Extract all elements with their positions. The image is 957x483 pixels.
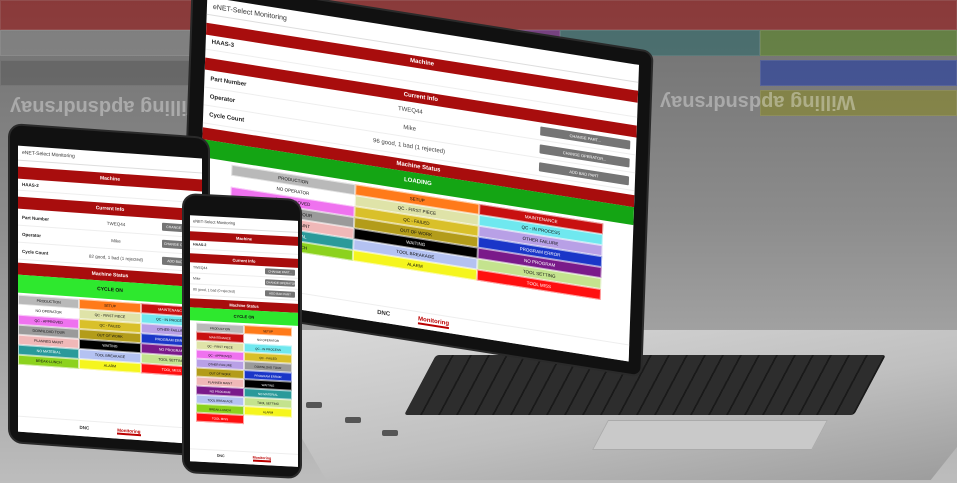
change-part-button[interactable]: CHANGE PART... [265, 268, 295, 276]
tab-monitoring[interactable]: Monitoring [117, 427, 141, 437]
laptop-keyboard [404, 355, 886, 415]
operator-value: Mike [111, 237, 121, 244]
machine-name: HAAS-2 [22, 181, 39, 189]
machine-name: HAAS-3 [211, 39, 235, 50]
add-bad-part-button[interactable]: ADD BAD PART [265, 290, 295, 298]
background-text: Willing apdsndrsnay [660, 91, 856, 113]
usb-port [345, 417, 361, 423]
tab-dnc[interactable]: DNC [80, 425, 90, 433]
app-title: eNET-Select Monitoring [190, 215, 298, 233]
tab-monitoring[interactable]: Monitoring [252, 455, 272, 463]
part-number-label: Part Number [22, 214, 50, 222]
phone-screen: eNET-Select Monitoring Machine HAAS-2 Cu… [190, 215, 298, 467]
tablet-screen: eNET-Select Monitoring Machine HAAS-2 Cu… [18, 145, 202, 445]
tab-dnc[interactable]: DNC [217, 454, 225, 460]
operator-value: Mike [193, 276, 201, 281]
operator-label: Operator [22, 231, 42, 238]
tab-monitoring[interactable]: Monitoring [417, 316, 450, 330]
status-button-grid: PRODUCTION SETUP MAINTENANCE NO OPERATOR QC … [190, 320, 298, 427]
status-button-grid: PRODUCTION SETUP MAINTENANCE NO OPERATOR QC … [18, 293, 202, 378]
bottom-nav: DNC Monitoring [18, 415, 202, 445]
cycle-count-value: 82 good, 1 bad (1 rejected) [88, 253, 144, 262]
status-button[interactable]: TOOL MISS [196, 412, 244, 425]
usb-port [306, 402, 322, 408]
change-operator-button[interactable]: CHANGE OPERATOR... [265, 279, 298, 287]
part-number-value: TWEQ44 [193, 265, 208, 271]
status-button[interactable]: ALARM [244, 406, 292, 418]
tablet: eNET-Select Monitoring Machine HAAS-2 Cu… [8, 122, 210, 458]
tab-dnc[interactable]: DNC [377, 310, 390, 320]
bottom-nav: DNC Monitoring [190, 448, 298, 467]
laptop-trackpad [592, 420, 828, 450]
cycle-count-label: Cycle Count [22, 248, 49, 256]
cycle-count-value: 80 good, 1 bad (0 rejected) [193, 287, 236, 294]
background-text: Willing apdsndrsnay [10, 96, 206, 118]
part-number-value: TWEQ44 [106, 220, 126, 227]
machine-name: HAAS-2 [193, 242, 207, 248]
phone: eNET-Select Monitoring Machine HAAS-2 Cu… [182, 192, 302, 480]
usb-port [382, 430, 398, 436]
